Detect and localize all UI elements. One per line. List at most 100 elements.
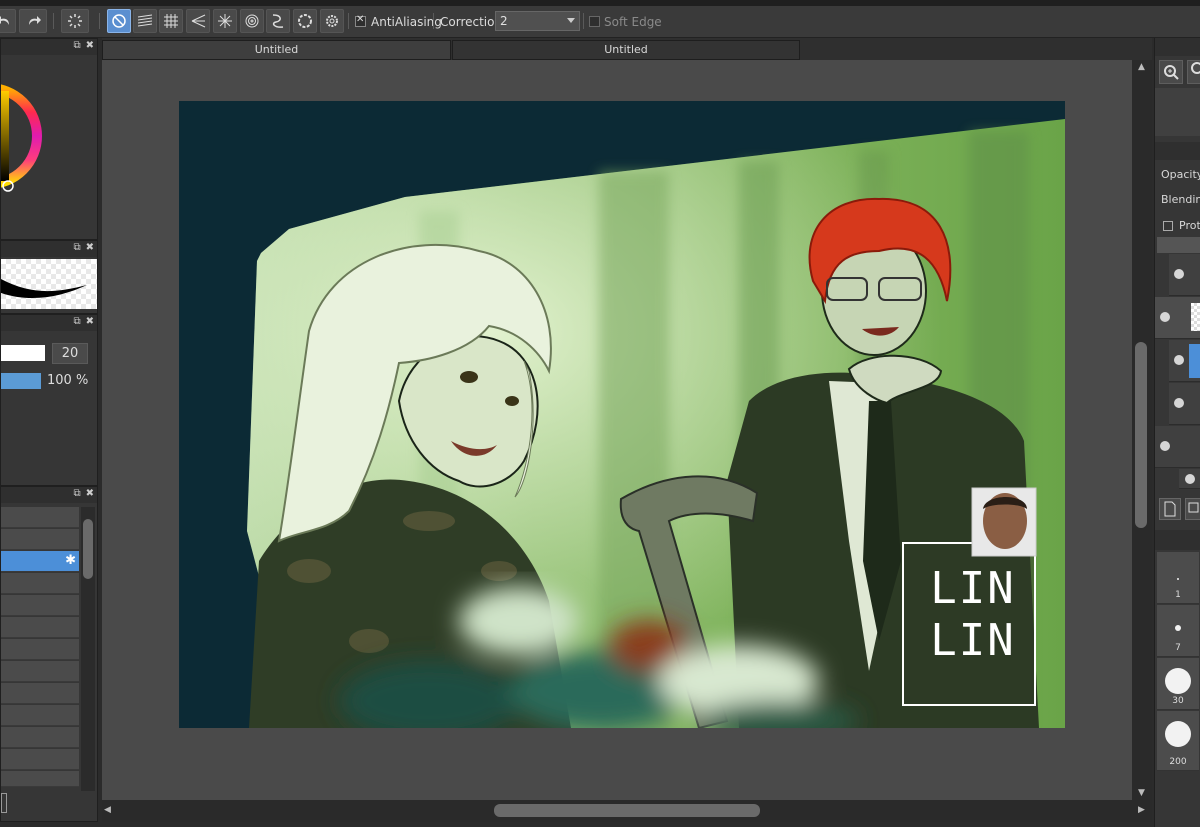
curve-snap-button[interactable] <box>266 9 290 33</box>
grid-snap-button[interactable] <box>159 9 183 33</box>
tab-untitled-2[interactable]: Untitled <box>452 40 800 60</box>
radial-snap-button[interactable] <box>213 9 237 33</box>
medibang-app-window: AntiAliasing Correction 2 Soft Edge ⧉✖ <box>0 0 1200 827</box>
gear-icon[interactable]: ✱ <box>65 553 76 568</box>
eye-icon[interactable] <box>1160 312 1170 322</box>
loading-spinner-icon <box>68 14 82 28</box>
panel-header: ⧉ ✖ <box>1 39 97 55</box>
opacity-slider[interactable] <box>1 373 41 389</box>
concentric-snap-button[interactable] <box>240 9 264 33</box>
eye-icon[interactable] <box>1185 474 1195 484</box>
opacity-slider-fill <box>1 373 41 389</box>
correction-select[interactable]: 2 <box>495 11 580 31</box>
list-scrollbar[interactable] <box>81 507 95 791</box>
brush-size-30[interactable]: 30 <box>1157 658 1199 710</box>
navigator-preview <box>1155 88 1200 136</box>
list-item[interactable] <box>1 749 79 770</box>
eye-icon[interactable] <box>1174 269 1184 279</box>
brush-list-panel: ⧉ ✖ ✱ <box>0 486 98 822</box>
brush-size-7[interactable]: 7 <box>1157 605 1199 657</box>
list-item[interactable] <box>1 771 79 787</box>
brush-size-label: 7 <box>1175 643 1181 653</box>
list-item[interactable] <box>1 595 79 616</box>
layer-row[interactable] <box>1169 254 1200 296</box>
right-dock-panel: Opacity Blending Prote 1 7 <box>1154 38 1200 827</box>
list-scrollbar-thumb[interactable] <box>83 519 93 579</box>
undo-button[interactable] <box>0 9 16 33</box>
layer-selection-marker <box>1189 344 1200 378</box>
brush-size-panel: ⧉ ✖ 20 100 % <box>0 314 98 486</box>
brush-preview-panel: ⧉ ✖ <box>0 240 98 314</box>
list-item[interactable] <box>1 529 79 550</box>
vertical-scrollbar-thumb[interactable] <box>1135 342 1147 528</box>
ellipse-snap-button[interactable] <box>293 9 317 33</box>
undock-icon[interactable]: ⧉ <box>73 316 80 327</box>
color-panel: ⧉ ✖ <box>0 38 98 240</box>
list-item-selected[interactable]: ✱ <box>1 551 79 572</box>
undock-icon[interactable]: ⧉ <box>73 40 80 51</box>
eye-icon[interactable] <box>1174 355 1184 365</box>
horizontal-scrollbar-thumb[interactable] <box>494 804 760 817</box>
scroll-down-icon[interactable]: ▼ <box>1138 788 1145 798</box>
panel-header <box>1155 142 1200 160</box>
layer-row[interactable] <box>1169 383 1200 425</box>
close-icon[interactable]: ✖ <box>86 316 94 327</box>
folder-icon <box>1188 502 1199 513</box>
list-item[interactable] <box>1 683 79 704</box>
list-item[interactable] <box>1 727 79 748</box>
list-item[interactable] <box>1 705 79 726</box>
layer-blending-label: Blending <box>1161 193 1200 206</box>
antialiasing-checkbox[interactable] <box>355 14 366 27</box>
layer-menu-button[interactable] <box>1185 498 1200 520</box>
list-item[interactable] <box>1 661 79 682</box>
soft-edge-checkbox[interactable] <box>589 16 600 27</box>
antialiasing-label: AntiAliasing <box>371 15 442 29</box>
eye-icon[interactable] <box>1160 441 1170 451</box>
vertical-scrollbar[interactable]: ▲ ▼ <box>1132 60 1152 800</box>
perspective-snap-button[interactable] <box>186 9 210 33</box>
list-item[interactable] <box>1 639 79 660</box>
close-icon[interactable]: ✖ <box>86 242 94 253</box>
watermark-text: LIN LIN <box>925 563 1021 667</box>
layer-row[interactable] <box>1155 426 1200 468</box>
ellipse-icon <box>298 14 312 28</box>
brush-size-slider[interactable] <box>1 345 45 361</box>
layer-row[interactable] <box>1179 469 1200 489</box>
close-icon[interactable]: ✖ <box>86 40 94 51</box>
list-item[interactable] <box>1 573 79 594</box>
new-layer-button[interactable] <box>1159 498 1181 520</box>
scroll-up-icon[interactable]: ▲ <box>1138 62 1145 72</box>
transform-button[interactable] <box>61 9 89 33</box>
brush-size-dot <box>1165 721 1191 747</box>
redo-icon <box>29 16 41 25</box>
zoom-in-button[interactable] <box>1159 60 1183 84</box>
protect-alpha-checkbox[interactable] <box>1163 221 1173 231</box>
snap-settings-button[interactable] <box>320 9 344 33</box>
list-item[interactable] <box>1 617 79 638</box>
eye-icon[interactable] <box>1174 398 1184 408</box>
layer-row-selected[interactable] <box>1169 340 1200 382</box>
scroll-left-icon[interactable]: ◀ <box>104 805 111 815</box>
scroll-right-icon[interactable]: ▶ <box>1138 805 1145 815</box>
tab-untitled-1[interactable]: Untitled <box>102 40 451 60</box>
zoom-out-button[interactable] <box>1187 60 1200 84</box>
color-wheel[interactable] <box>1 56 99 240</box>
brush-stroke-preview <box>1 259 97 309</box>
brush-size-1[interactable]: 1 <box>1157 552 1199 604</box>
layer-row[interactable] <box>1155 297 1200 339</box>
undock-icon[interactable]: ⧉ <box>73 242 80 253</box>
list-item[interactable] <box>1 507 79 528</box>
redo-button[interactable] <box>19 9 47 33</box>
parallel-snap-button[interactable] <box>133 9 157 33</box>
snap-off-button[interactable] <box>107 9 131 33</box>
horizontal-scrollbar[interactable]: ◀ ▶ <box>102 800 1152 822</box>
new-page-icon <box>1164 501 1176 517</box>
undock-icon[interactable]: ⧉ <box>73 488 80 499</box>
radial-lines-icon <box>218 14 232 28</box>
brush-size-value[interactable]: 20 <box>52 343 88 364</box>
close-icon[interactable]: ✖ <box>86 488 94 499</box>
brush-size-label: 200 <box>1169 757 1187 767</box>
add-item-button[interactable] <box>1 793 7 813</box>
brush-size-200[interactable]: 200 <box>1157 711 1199 771</box>
canvas-workspace[interactable]: LIN LIN <box>102 60 1132 800</box>
